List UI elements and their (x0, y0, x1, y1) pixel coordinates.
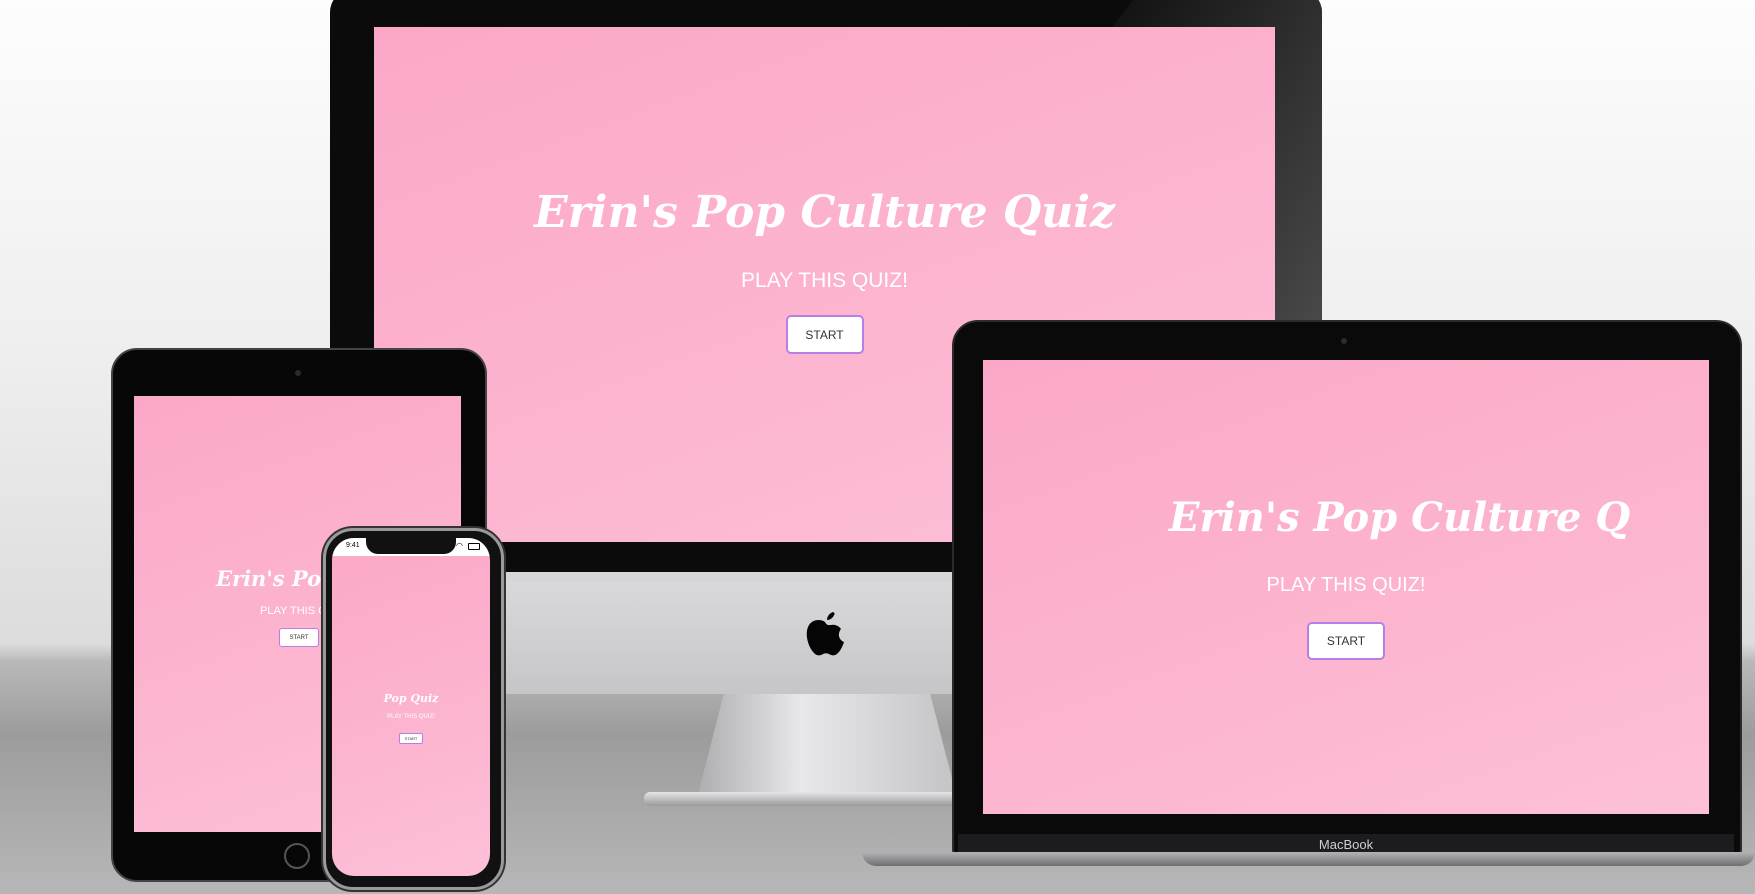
laptop-screen: Erin's Pop Culture Q PLAY THIS QUIZ! STA… (983, 360, 1709, 814)
laptop-brand-label: MacBook (1318, 837, 1374, 852)
tablet-home-button[interactable] (284, 843, 310, 869)
battery-icon (468, 543, 480, 550)
quiz-subtitle: PLAY THIS QUIZ! (387, 714, 435, 720)
apple-logo-icon (800, 604, 850, 664)
laptop-camera (1341, 338, 1347, 344)
start-button[interactable]: START (279, 628, 319, 647)
phone-notch (366, 538, 456, 554)
quiz-title: Erin's Pop Culture Quiz (534, 187, 1115, 238)
status-time: 9:41 (346, 542, 360, 549)
start-button[interactable]: START (1307, 622, 1385, 660)
start-button[interactable]: START (785, 315, 864, 354)
quiz-title: Erin's Pop Culture Q (1169, 494, 1631, 541)
start-button[interactable]: START (399, 733, 423, 744)
wifi-icon: ◠ (456, 541, 463, 550)
quiz-subtitle: PLAY THIS QUIZ! (1266, 574, 1426, 596)
phone-screen: 9:41 ◠ Pop Quiz PLAY THIS QUIZ! START (332, 538, 490, 876)
quiz-subtitle: PLAY THIS QUIZ! (741, 269, 908, 292)
imac-stand (698, 694, 956, 794)
laptop-hinge: MacBook (958, 834, 1734, 854)
quiz-title: Pop Quiz (383, 692, 439, 705)
laptop-base (862, 852, 1755, 866)
tablet-camera (295, 370, 301, 376)
